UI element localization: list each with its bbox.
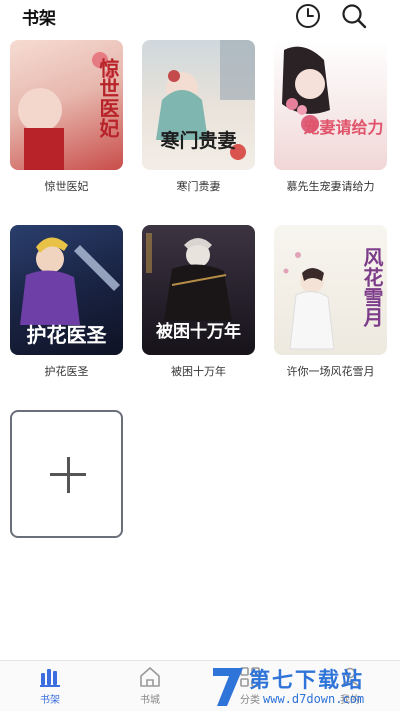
book-item[interactable]: 宠妻请给力 慕先生宠妻请给力 bbox=[274, 40, 387, 195]
book-cover[interactable]: 护花医圣 bbox=[10, 225, 123, 355]
clock-icon[interactable] bbox=[294, 2, 322, 30]
book-item[interactable]: 寒门贵妻 寒门贵妻 bbox=[142, 40, 255, 195]
cover-title: 风花雪月 bbox=[360, 247, 384, 327]
book-title: 惊世医妃 bbox=[44, 180, 89, 193]
book-title: 慕先生宠妻请给力 bbox=[286, 180, 375, 193]
book-cover[interactable]: 寒门贵妻 bbox=[142, 40, 255, 170]
cover-art bbox=[282, 46, 330, 133]
book-cover[interactable]: 惊世医妃 bbox=[10, 40, 123, 170]
tab-bookshelf[interactable]: 书架 bbox=[20, 665, 80, 706]
tab-profile[interactable]: 我的 bbox=[320, 665, 380, 706]
book-item[interactable]: 惊世医妃 惊世医妃 bbox=[10, 40, 123, 195]
top-bar: 书架 bbox=[0, 0, 400, 34]
profile-icon bbox=[340, 667, 360, 687]
cover-title: 宠妻请给力 bbox=[303, 118, 384, 137]
tab-label: 分类 bbox=[240, 695, 260, 706]
page-title: 书架 bbox=[22, 9, 56, 29]
book-cover[interactable]: 宠妻请给力 bbox=[274, 40, 387, 170]
book-item[interactable]: 风花雪月 许你一场风花雪月 bbox=[274, 225, 387, 380]
tab-label: 我的 bbox=[340, 695, 360, 706]
book-title: 被困十万年 bbox=[171, 365, 226, 378]
book-item[interactable]: 被困十万年 被困十万年 bbox=[142, 225, 255, 380]
tab-category[interactable]: 分类 bbox=[220, 665, 280, 706]
add-book-button[interactable] bbox=[10, 410, 123, 538]
bookshelf-icon bbox=[40, 669, 60, 687]
book-title: 寒门贵妻 bbox=[176, 180, 221, 193]
tab-label: 书架 bbox=[40, 695, 60, 706]
store-icon bbox=[140, 667, 160, 687]
book-title: 许你一场风花雪月 bbox=[286, 365, 375, 378]
tab-label: 书城 bbox=[140, 695, 160, 706]
book-cover[interactable]: 风花雪月 bbox=[274, 225, 387, 355]
cover-title: 被困十万年 bbox=[156, 322, 241, 342]
category-icon bbox=[240, 667, 260, 687]
search-icon[interactable] bbox=[340, 2, 368, 30]
cover-title: 惊世医妃 bbox=[96, 58, 120, 138]
book-title: 护花医圣 bbox=[44, 365, 89, 378]
book-item[interactable]: 护花医圣 护花医圣 bbox=[10, 225, 123, 380]
cover-title: 寒门贵妻 bbox=[160, 130, 237, 152]
book-cover[interactable]: 被困十万年 bbox=[142, 225, 255, 355]
tab-store[interactable]: 书城 bbox=[120, 665, 180, 706]
cover-title: 护花医圣 bbox=[26, 323, 107, 347]
bottom-tab-bar: 书架 书城 分类 我的 bbox=[0, 660, 400, 711]
